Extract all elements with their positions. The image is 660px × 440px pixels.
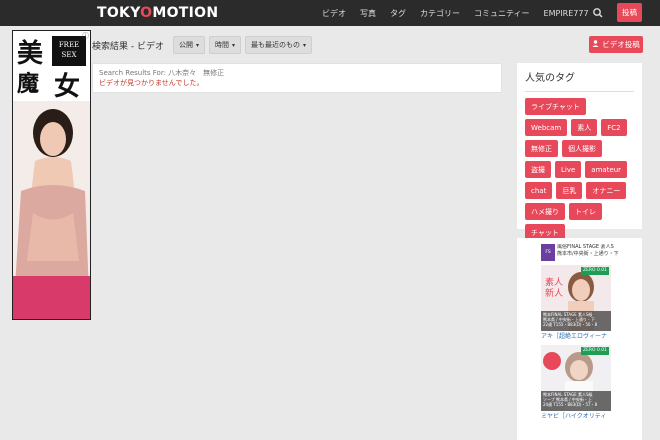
tag-pov[interactable]: ハメ撮り bbox=[525, 203, 565, 220]
ad-info-strip: 熊本FINAL STAGE 素人S級 ソープ 熊本県 / 中央街・上 24歳 T… bbox=[541, 391, 611, 411]
no-results-message: ビデオが見つかりませんでした。 bbox=[99, 79, 204, 87]
top-navbar: TOKYOMOTION ビデオ 写真 タグ カテゴリー コミュニティー EMPI… bbox=[0, 0, 660, 26]
nav-item-video[interactable]: ビデオ bbox=[322, 8, 346, 19]
ad-thumbnail: ZERO 0.01 熊本FINAL STAGE 素人S級 ソープ 熊本県 / 中… bbox=[541, 345, 611, 411]
ad-kanji-jo: 女 bbox=[54, 72, 81, 102]
tag-toilet[interactable]: トイレ bbox=[569, 203, 602, 220]
tag-list: ライブチャット Webcam 素人 FC2 無修正 個人撮影 盗撮 Live a… bbox=[525, 98, 634, 245]
ad-info-icon[interactable]: ⓘ bbox=[82, 31, 89, 41]
tag-chat[interactable]: chat bbox=[525, 182, 553, 199]
search-results-panel: Search Results For: 八木奈々 無修正 ビデオが見つかりません… bbox=[92, 63, 502, 93]
ad-caption-link[interactable]: アキ［超絶エロヴィーナ bbox=[541, 333, 631, 341]
popular-tags-panel: 人気のタグ ライブチャット Webcam 素人 FC2 無修正 個人撮影 盗撮 … bbox=[517, 63, 642, 241]
page-title: 検索結果 - ビデオ bbox=[92, 41, 164, 52]
nav-item-empire777[interactable]: EMPIRE777 bbox=[544, 9, 589, 18]
tag-solo[interactable]: オナニー bbox=[586, 182, 627, 199]
ad-kanji-bi: 美 bbox=[17, 39, 44, 69]
ad-item[interactable]: FS 風俗FINAL STAGE 素人S 熊本市/中央街・上通り・下 素人 新人… bbox=[541, 244, 631, 341]
svg-text:新人: 新人 bbox=[545, 287, 563, 299]
nav-item-photo[interactable]: 写真 bbox=[360, 8, 376, 19]
site-logo[interactable]: TOKYOMOTION bbox=[97, 4, 218, 22]
ad-zero-badge: ZERO 0.01 bbox=[580, 267, 609, 275]
ad-thumbnail: 素人 新人 ZERO 0.01 熊本FINAL STAGE 素人S級 熊本県 /… bbox=[541, 265, 611, 331]
ad-logo: FS bbox=[541, 244, 555, 261]
popular-tags-title: 人気のタグ bbox=[525, 73, 575, 84]
nav-item-community[interactable]: コミュニティー bbox=[474, 8, 530, 19]
tag-amateur-jp[interactable]: 素人 bbox=[571, 119, 598, 136]
tag-live[interactable]: Live bbox=[555, 161, 582, 178]
search-icon[interactable] bbox=[592, 6, 604, 20]
svg-text:素人: 素人 bbox=[545, 276, 563, 288]
right-banner-ad[interactable]: FS 風俗FINAL STAGE 素人S 熊本市/中央街・上通り・下 素人 新人… bbox=[517, 238, 642, 440]
caret-down-icon: ▾ bbox=[303, 41, 307, 49]
left-banner-ad[interactable]: 美 魔 女 FREE SEX ⓘ bbox=[12, 30, 91, 320]
ad-model-photo bbox=[13, 101, 90, 319]
ad-caption-link[interactable]: ミヤビ［ハイクオリティ bbox=[541, 413, 631, 421]
ad-kanji-ma: 魔 bbox=[17, 71, 40, 97]
divider bbox=[525, 91, 634, 92]
ad-zero-badge: ZERO 0.01 bbox=[580, 347, 609, 355]
filter-public-dropdown[interactable]: 公開 ▾ bbox=[172, 36, 205, 54]
ad-item[interactable]: ZERO 0.01 熊本FINAL STAGE 素人S級 ソープ 熊本県 / 中… bbox=[541, 345, 631, 421]
filter-time-dropdown[interactable]: 時間 ▾ bbox=[209, 36, 242, 54]
search-toolbar: 検索結果 - ビデオ 公開 ▾ 時間 ▾ 最も最近のもの ▾ bbox=[92, 36, 316, 54]
tag-voyeur[interactable]: 盗撮 bbox=[525, 161, 551, 178]
ad-header: FS 風俗FINAL STAGE 素人S 熊本市/中央街・上通り・下 bbox=[541, 244, 631, 262]
upload-video-button[interactable]: ビデオ投稿 bbox=[589, 36, 643, 53]
tag-busty[interactable]: 巨乳 bbox=[556, 182, 583, 199]
tag-personal[interactable]: 個人撮影 bbox=[562, 140, 602, 157]
ad-info-strip: 熊本FINAL STAGE 素人S級 熊本県 / 中央街・上通り・下 22歳 T… bbox=[541, 311, 611, 331]
nav-item-categories[interactable]: カテゴリー bbox=[420, 8, 460, 19]
nav-item-tags[interactable]: タグ bbox=[390, 8, 406, 19]
post-button[interactable]: 投稿 bbox=[617, 3, 642, 22]
main-nav: ビデオ 写真 タグ カテゴリー コミュニティー EMPIRE777 bbox=[322, 0, 603, 26]
tag-uncensored[interactable]: 無修正 bbox=[525, 140, 558, 157]
tag-webcam[interactable]: Webcam bbox=[525, 119, 568, 136]
tag-fc2[interactable]: FC2 bbox=[601, 119, 627, 136]
caret-down-icon: ▾ bbox=[195, 41, 199, 49]
caret-down-icon: ▾ bbox=[232, 41, 236, 49]
tag-live-chat[interactable]: ライブチャット bbox=[525, 98, 586, 115]
sort-recent-dropdown[interactable]: 最も最近のもの ▾ bbox=[245, 36, 313, 54]
user-icon bbox=[592, 40, 599, 49]
tag-amateur[interactable]: amateur bbox=[585, 161, 628, 178]
ad-free-sex-box: FREE SEX bbox=[52, 36, 86, 66]
search-query-text: Search Results For: 八木奈々 無修正 bbox=[99, 69, 225, 77]
